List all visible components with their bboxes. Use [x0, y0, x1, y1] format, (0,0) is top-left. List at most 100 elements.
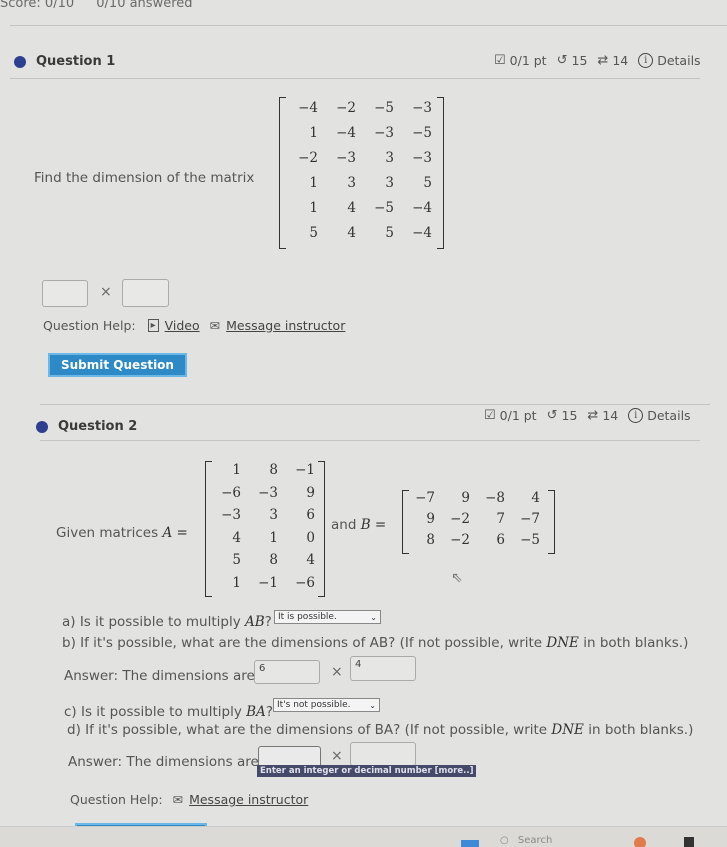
part-d-cols-input[interactable]: [350, 742, 416, 766]
matrix-cell: −2: [450, 511, 470, 527]
part-a-selected: It is possible.: [278, 612, 337, 622]
video-link[interactable]: Video: [165, 318, 200, 333]
matrix-cell: −4: [412, 200, 432, 216]
info-icon[interactable]: i: [628, 408, 644, 423]
part-d: d) If it's possible, what are the dimens…: [67, 722, 693, 738]
matrix-cell: −5: [374, 100, 394, 116]
matrix-cell: −3: [221, 507, 241, 523]
help-label: Question Help:: [70, 792, 163, 807]
mail-icon: ✉: [172, 792, 184, 807]
details-link[interactable]: Details: [647, 408, 690, 423]
question1-help: Question Help: ▸ Video ✉ Message instruc…: [43, 318, 345, 333]
retries-count: 15: [571, 53, 588, 68]
matrix-cell: 9: [306, 484, 315, 501]
part-d-text: d) If it's possible, what are the dimens…: [67, 722, 548, 738]
mail-icon: ✉: [209, 318, 221, 333]
q1-submit-button[interactable]: Submit Question: [48, 353, 187, 377]
matrix-cell: 6: [306, 507, 315, 523]
q1-rows-input[interactable]: [42, 280, 88, 307]
matrix-cell: 9: [426, 511, 435, 527]
question1-meta: ☑ 0/1 pt ↺ 15 ⇄ 14 i Details: [494, 53, 701, 68]
taskbar-search[interactable]: ○ Search: [500, 835, 552, 846]
matrix-cell: 8: [269, 552, 278, 568]
checkbox-icon: ☑: [494, 53, 506, 68]
matrix-cell: 4: [347, 200, 356, 216]
matrix-cell: −2: [450, 532, 470, 548]
app-icon[interactable]: [634, 837, 646, 847]
times-symbol: ×: [100, 284, 112, 300]
matrix-cell: 1: [232, 574, 241, 591]
part-c-text: c) Is it possible to multiply: [64, 704, 242, 720]
matrix-cell: 5: [309, 225, 318, 241]
matrix-cell: −1: [295, 462, 315, 478]
and-text: and: [331, 517, 357, 533]
details-link[interactable]: Details: [657, 53, 700, 68]
chevron-down-icon: ⌄: [369, 700, 376, 710]
part-b-rows-input[interactable]: 6: [254, 660, 320, 684]
part-b-text-end: in both blanks.): [583, 635, 689, 651]
mouse-cursor-icon: ⇖: [451, 570, 463, 586]
matrix-cell: −5: [520, 532, 540, 548]
message-instructor-link[interactable]: Message instructor: [189, 792, 308, 807]
matrix-cell: −3: [374, 125, 394, 141]
matrix-cell: −5: [412, 125, 432, 141]
matrix-cell: −6: [295, 574, 315, 591]
matrix-cell: 3: [385, 150, 394, 166]
matrix-cell: −8: [485, 490, 505, 506]
question2-label: Question 2: [58, 419, 138, 434]
part-d-answer-label: Answer: The dimensions are: [68, 754, 259, 770]
search-icon: ○: [500, 835, 509, 846]
question-mark: ?: [264, 614, 272, 630]
times-symbol: ×: [331, 748, 343, 764]
video-icon: ▸: [147, 319, 159, 332]
part-b: b) If it's possible, what are the dimens…: [62, 635, 688, 651]
attempts-icon: ⇄: [587, 408, 599, 423]
matrix-cell: 1: [309, 200, 318, 216]
matrix-cell: 5: [385, 225, 394, 241]
retries-count: 15: [561, 408, 578, 423]
matrix-cell: −3: [412, 100, 432, 116]
question-mark: ?: [265, 704, 273, 720]
matrix-cell: −6: [221, 484, 241, 501]
info-icon[interactable]: i: [638, 53, 654, 68]
part-c-select[interactable]: It's not possible. ⌄: [273, 698, 380, 712]
matrix-cell: 5: [232, 552, 241, 568]
taskbar: ○ Search: [0, 826, 727, 847]
var-a: A =: [162, 525, 188, 541]
q1-cols-input[interactable]: [122, 279, 169, 307]
search-label: Search: [517, 835, 553, 846]
question2-title: Question 2: [36, 419, 137, 434]
app-icon[interactable]: [684, 837, 694, 847]
input-hint-tooltip: Enter an integer or decimal number [more…: [257, 765, 477, 777]
matrix-cell: −7: [415, 490, 435, 506]
answered-text: 0/10 answered: [96, 0, 193, 11]
matrix-cell: 4: [347, 225, 356, 241]
part-a-text: a) Is it possible to multiply: [62, 614, 241, 630]
matrix-cell: 4: [232, 529, 241, 546]
part-b-cols-input[interactable]: 4: [350, 656, 416, 681]
question1-matrix: −4 −2 −5 −3 1 −4 −3 −5 −2 −3 3 −3 1 3 3 5 1 4 −5 −4 5 4 5 −4: [284, 100, 436, 250]
matrix-cell: −5: [374, 200, 394, 216]
matrix-a: 1 8 −1 −6 −3 9 −3 3 6 4 1 0 5 8 4 1 −1 −6: [208, 462, 319, 597]
matrix-cell: 9: [461, 490, 470, 506]
matrix-cell: 6: [496, 532, 505, 548]
message-instructor-link[interactable]: Message instructor: [226, 318, 345, 333]
matrix-cell: −4: [336, 125, 356, 141]
matrix-cell: −4: [412, 225, 432, 241]
part-a-select[interactable]: It is possible. ⌄: [274, 610, 381, 624]
matrix-a-bracket-right: [318, 461, 325, 597]
matrix-cell: 1: [232, 462, 241, 478]
part-b-text: b) If it's possible, what are the dimens…: [62, 635, 543, 651]
question-status-dot: [14, 55, 26, 68]
dne-text: DNE: [551, 722, 584, 738]
question1-label: Question 1: [36, 54, 116, 69]
windows-start-icon[interactable]: [461, 840, 479, 847]
matrix-cell: 0: [306, 529, 315, 546]
attempts-icon: ⇄: [597, 53, 609, 68]
chevron-down-icon: ⌄: [370, 612, 377, 622]
points-text: 0/1 pt: [499, 408, 537, 423]
dne-text: DNE: [546, 635, 579, 651]
divider: [40, 404, 710, 405]
retry-icon: ↺: [546, 408, 558, 423]
question2-help: Question Help: ✉ Message instructor: [70, 792, 308, 807]
